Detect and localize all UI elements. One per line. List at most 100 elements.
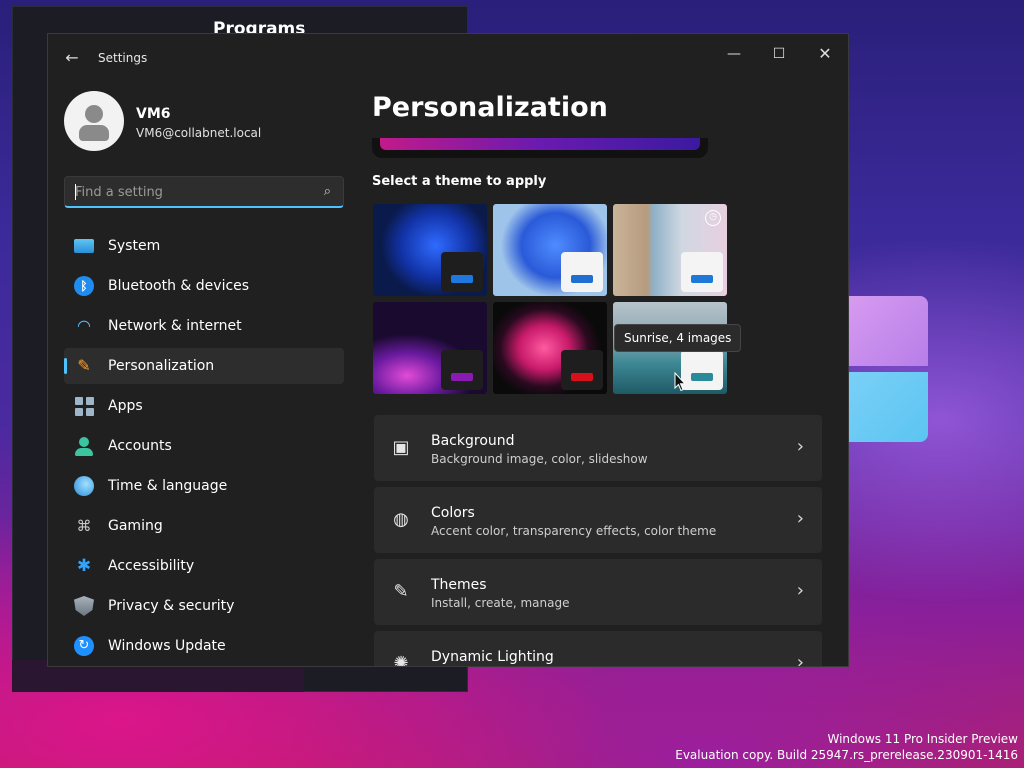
avatar-body — [79, 125, 109, 141]
globe-clock-icon — [74, 476, 94, 496]
sidebar-nav: System ᛒ Bluetooth & devices ◠ Network &… — [64, 228, 344, 666]
sidebar-item-label: System — [108, 238, 161, 254]
accent-swatch — [571, 373, 593, 381]
windows-logo-icon — [848, 296, 932, 446]
sidebar-item-label: Time & language — [108, 478, 228, 494]
brush-icon: ✎ — [393, 581, 409, 602]
background-card[interactable]: ▣ Background Background image, color, sl… — [374, 415, 822, 481]
maximize-button[interactable]: ☐ — [759, 40, 799, 68]
sidebar-item-privacy[interactable]: Privacy & security — [64, 588, 344, 624]
themes-card[interactable]: ✎ Themes Install, create, manage › — [374, 559, 822, 625]
accent-swatch — [691, 275, 713, 283]
theme-grid: ◷ — [373, 204, 729, 394]
gamepad-icon: ⌘ — [76, 517, 92, 535]
theme-preview-chip — [561, 350, 603, 390]
sidebar-item-label: Accessibility — [108, 558, 195, 574]
card-subtitle: Install, create, manage — [431, 596, 570, 610]
minimize-button[interactable]: — — [714, 40, 754, 68]
sidebar-item-accounts[interactable]: Accounts — [64, 428, 344, 464]
card-title: Background — [431, 433, 515, 449]
sidebar-item-label: Bluetooth & devices — [108, 278, 250, 294]
theme-tile-slideshow[interactable]: ◷ — [613, 204, 727, 296]
shield-icon — [74, 596, 94, 616]
chevron-right-icon: › — [796, 580, 804, 601]
card-subtitle: Accent color, transparency effects, colo… — [431, 524, 717, 538]
title-bar[interactable]: ← Settings — ☐ ✕ — [48, 34, 848, 82]
update-icon: ↻ — [74, 636, 94, 656]
image-icon: ▣ — [392, 437, 410, 458]
wifi-icon: ◠ — [77, 316, 91, 335]
card-subtitle: Background image, color, slideshow — [431, 452, 648, 466]
sidebar-item-network[interactable]: ◠ Network & internet — [64, 308, 344, 344]
user-email: VM6@collabnet.local — [136, 126, 262, 140]
sidebar-item-personalization[interactable]: ✎ Personalization — [64, 348, 344, 384]
apps-icon — [74, 396, 94, 416]
card-title: Themes — [431, 577, 487, 593]
user-name: VM6 — [136, 106, 171, 122]
accent-swatch — [451, 373, 473, 381]
sidebar-item-bluetooth[interactable]: ᛒ Bluetooth & devices — [64, 268, 344, 304]
theme-preview-chip — [441, 252, 483, 292]
sidebar-item-windows-update[interactable]: ↻ Windows Update — [64, 628, 344, 664]
bluetooth-icon: ᛒ — [74, 276, 94, 296]
chevron-right-icon: › — [796, 508, 804, 529]
sidebar-item-apps[interactable]: Apps — [64, 388, 344, 424]
chevron-right-icon: › — [796, 652, 804, 667]
system-icon — [74, 239, 94, 253]
watermark-line-1: Windows 11 Pro Insider Preview — [827, 732, 1018, 746]
back-arrow-icon[interactable]: ← — [62, 48, 82, 68]
accent-swatch — [451, 275, 473, 283]
theme-tile-captured-motion[interactable] — [493, 302, 607, 394]
search-input[interactable] — [65, 177, 305, 207]
brush-icon: ✎ — [77, 356, 91, 375]
accessibility-icon: ✱ — [76, 556, 92, 576]
sidebar-item-label: Privacy & security — [108, 598, 235, 614]
sidebar-item-label: Personalization — [108, 358, 215, 374]
theme-tile-glow[interactable] — [373, 302, 487, 394]
dynamic-lighting-card[interactable]: ✺ Dynamic Lighting › — [374, 631, 822, 667]
sidebar-item-label: Network & internet — [108, 318, 242, 334]
search-icon[interactable]: ⌕ — [324, 184, 331, 199]
sidebar-item-system[interactable]: System — [64, 228, 344, 264]
avatar-head — [85, 105, 103, 123]
theme-tooltip: Sunrise, 4 images — [614, 324, 742, 352]
windows-logo-pane-bottom — [848, 372, 928, 442]
sidebar-item-label: Windows Update — [108, 638, 226, 654]
sidebar-item-gaming[interactable]: ⌘ Gaming — [64, 508, 344, 544]
card-title: Colors — [431, 505, 475, 521]
sidebar-item-label: Gaming — [108, 518, 163, 534]
theme-preview-chip — [561, 252, 603, 292]
palette-icon: ◍ — [393, 509, 409, 530]
theme-tile-windows-dark[interactable] — [373, 204, 487, 296]
close-button[interactable]: ✕ — [805, 40, 845, 68]
theme-preview-chip — [681, 252, 723, 292]
settings-window: ← Settings — ☐ ✕ VM6 VM6@collabnet.local… — [47, 33, 849, 667]
person-icon — [74, 436, 94, 456]
theme-preview — [372, 138, 708, 158]
text-caret — [75, 184, 76, 200]
avatar[interactable] — [64, 91, 124, 151]
sidebar-item-time-language[interactable]: Time & language — [64, 468, 344, 504]
sidebar-item-label: Apps — [108, 398, 143, 414]
lighting-icon: ✺ — [393, 653, 409, 667]
mouse-cursor-icon — [674, 372, 686, 392]
accent-swatch — [571, 275, 593, 283]
search-box[interactable]: ⌕ — [64, 176, 344, 208]
watermark-line-2: Evaluation copy. Build 25947.rs_prerelea… — [675, 748, 1018, 762]
windows-logo-pane-top — [848, 296, 928, 366]
sidebar-item-accessibility[interactable]: ✱ Accessibility — [64, 548, 344, 584]
theme-tile-windows-light[interactable] — [493, 204, 607, 296]
theme-preview-chip — [441, 350, 483, 390]
page-title: Personalization — [372, 92, 608, 123]
chevron-right-icon: › — [796, 436, 804, 457]
evaluation-watermark: Windows 11 Pro Insider Preview Evaluatio… — [675, 731, 1018, 763]
themes-section-label: Select a theme to apply — [372, 174, 547, 189]
sidebar-item-label: Accounts — [108, 438, 172, 454]
card-title: Dynamic Lighting — [431, 649, 554, 665]
colors-card[interactable]: ◍ Colors Accent color, transparency effe… — [374, 487, 822, 553]
window-title: Settings — [98, 51, 148, 65]
slideshow-icon: ◷ — [705, 210, 721, 226]
theme-preview-bar — [380, 138, 700, 150]
accent-swatch — [691, 373, 713, 381]
theme-preview-chip — [681, 350, 723, 390]
